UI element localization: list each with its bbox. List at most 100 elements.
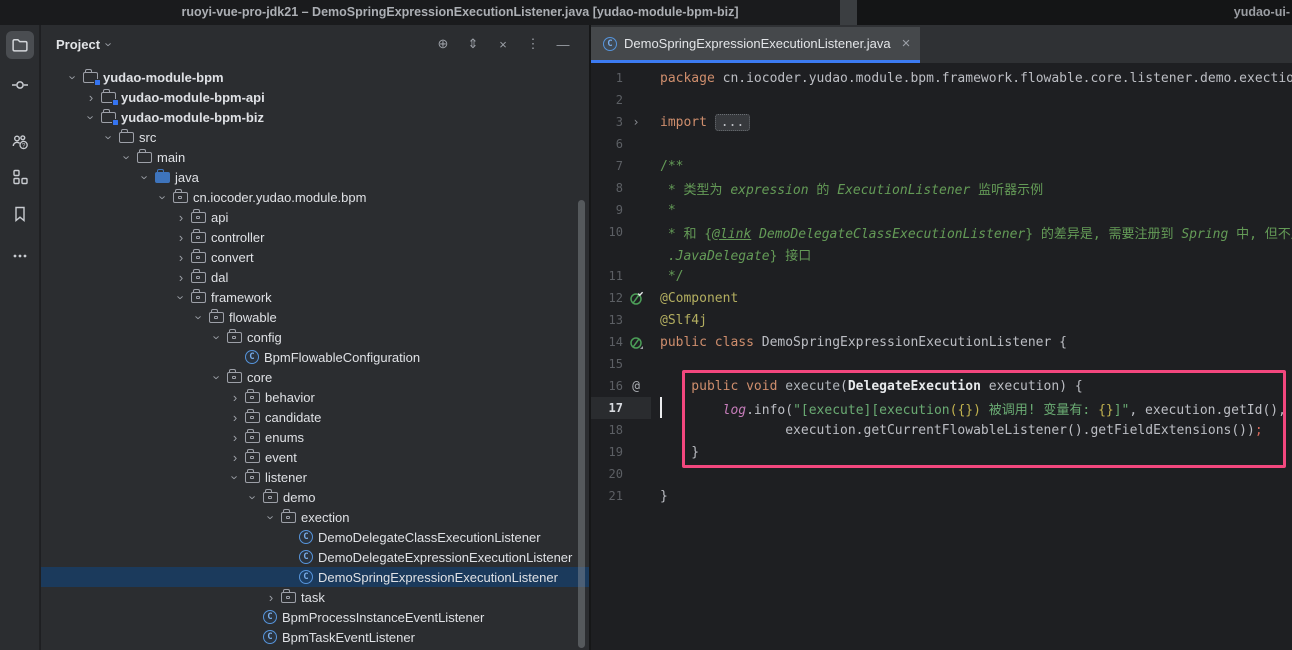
chevron-collapsed-icon[interactable]: › <box>225 450 245 465</box>
structure-tool-button[interactable] <box>6 163 34 191</box>
tree-item-cn.iocoder.yudao.module.bpm[interactable]: ›cn.iocoder.yudao.module.bpm <box>41 187 589 207</box>
chevron-expanded-icon[interactable]: › <box>228 467 243 487</box>
bookmark-icon <box>11 205 29 223</box>
chevron-expanded-icon[interactable]: › <box>120 147 135 167</box>
chevron-collapsed-icon[interactable]: › <box>225 410 245 425</box>
code-editor[interactable]: 1package cn.iocoder.yudao.module.bpm.fra… <box>591 63 1292 650</box>
tree-item-event[interactable]: ›event <box>41 447 589 467</box>
chevron-expanded-icon[interactable]: › <box>84 107 99 127</box>
chevron-collapsed-icon[interactable]: › <box>225 430 245 445</box>
tree-item-controller[interactable]: ›controller <box>41 227 589 247</box>
tree-item-config[interactable]: ›config <box>41 327 589 347</box>
code-line-12[interactable]: 12@Component <box>591 287 1292 309</box>
commit-tool-button[interactable] <box>6 71 34 99</box>
locate-opened-file-icon[interactable]: ⊕ <box>435 36 451 52</box>
chevron-collapsed-icon[interactable]: › <box>171 230 191 245</box>
tree-item-flowable[interactable]: ›flowable <box>41 307 589 327</box>
chevron-collapsed-icon[interactable]: › <box>171 250 191 265</box>
project-tool-button[interactable] <box>6 31 34 59</box>
chevron-expanded-icon[interactable]: › <box>156 187 171 207</box>
code-line-15[interactable]: 15 <box>591 353 1292 375</box>
collapse-all-icon[interactable]: × <box>495 37 511 52</box>
tree-item-convert[interactable]: ›convert <box>41 247 589 267</box>
tree-item-framework[interactable]: ›framework <box>41 287 589 307</box>
more-tools-button[interactable] <box>6 242 34 270</box>
options-menu-icon[interactable]: ⋮ <box>525 36 541 52</box>
chevron-expanded-icon[interactable]: › <box>264 507 279 527</box>
chevron-collapsed-icon[interactable]: › <box>261 590 281 605</box>
tree-item-task[interactable]: ›task <box>41 587 589 607</box>
chevron-collapsed-icon[interactable]: › <box>171 270 191 285</box>
editor-tab-active[interactable]: C DemoSpringExpressionExecutionListener.… <box>591 27 920 63</box>
code-line-wrap[interactable]: .JavaDelegate} 接口 <box>591 243 1292 265</box>
tree-scrollbar[interactable] <box>578 200 585 648</box>
code-line-21[interactable]: 21} <box>591 485 1292 507</box>
chevron-expanded-icon[interactable]: › <box>192 307 207 327</box>
tree-item-label: yudao-module-bpm-api <box>121 90 265 105</box>
bookmarks-tool-button[interactable] <box>6 200 34 228</box>
code-line-14[interactable]: 14public class DemoSpringExpressionExecu… <box>591 331 1292 353</box>
chevron-collapsed-icon[interactable]: › <box>171 210 191 225</box>
code-line-16[interactable]: 16@ public void execute(DelegateExecutio… <box>591 375 1292 397</box>
folder-icon <box>137 152 152 163</box>
tree-item-behavior[interactable]: ›behavior <box>41 387 589 407</box>
tree-item-exection[interactable]: ›exection <box>41 507 589 527</box>
chevron-expanded-icon[interactable]: › <box>66 67 81 87</box>
chevron-expanded-icon[interactable]: › <box>246 487 261 507</box>
tree-item-dal[interactable]: ›dal <box>41 267 589 287</box>
code-line-6[interactable]: 6 <box>591 133 1292 155</box>
tree-item-main[interactable]: ›main <box>41 147 589 167</box>
spring-bean-icon[interactable] <box>623 335 649 350</box>
tree-item-demo[interactable]: ›demo <box>41 487 589 507</box>
code-line-20[interactable]: 20 <box>591 463 1292 485</box>
fold-region-icon[interactable]: › <box>623 115 649 129</box>
tree-item-src[interactable]: ›src <box>41 127 589 147</box>
chevron-collapsed-icon[interactable]: › <box>225 390 245 405</box>
chevron-collapsed-icon[interactable]: › <box>81 90 101 105</box>
chevron-down-icon[interactable]: › <box>102 42 117 46</box>
tree-item-yudao-module-bpm-biz[interactable]: ›yudao-module-bpm-biz <box>41 107 589 127</box>
tree-item-enums[interactable]: ›enums <box>41 427 589 447</box>
pull-requests-tool-button[interactable]: ? <box>6 128 34 156</box>
code-line-2[interactable]: 2 <box>591 89 1292 111</box>
project-panel-title[interactable]: Project <box>56 37 100 52</box>
tree-item-api[interactable]: ›api <box>41 207 589 227</box>
chevron-expanded-icon[interactable]: › <box>210 327 225 347</box>
tree-item-core[interactable]: ›core <box>41 367 589 387</box>
tree-item-candidate[interactable]: ›candidate <box>41 407 589 427</box>
tab-close-icon[interactable]: × <box>902 35 911 52</box>
tree-item-BpmProcessInstanceEventListener[interactable]: CBpmProcessInstanceEventListener <box>41 607 589 627</box>
code-line-3[interactable]: 3›import ... <box>591 111 1292 133</box>
hide-panel-icon[interactable]: — <box>555 37 571 52</box>
code-line-11[interactable]: 11 */ <box>591 265 1292 287</box>
code-line-1[interactable]: 1package cn.iocoder.yudao.module.bpm.fra… <box>591 67 1292 89</box>
tree-item-yudao-module-bpm-api[interactable]: › yudao-module-bpm-api <box>41 87 589 107</box>
code-line-10[interactable]: 10 * 和 {@link DemoDelegateClassExecution… <box>591 221 1292 243</box>
chevron-expanded-icon[interactable]: › <box>102 127 117 147</box>
code-line-13[interactable]: 13@Slf4j <box>591 309 1292 331</box>
tree-item-DemoSpringExpressionExecutionListener[interactable]: CDemoSpringExpressionExecutionListener <box>41 567 589 587</box>
tree-item-listener[interactable]: ›listener <box>41 467 589 487</box>
annotation-gutter-icon[interactable]: @ <box>623 379 649 394</box>
tree-item-java[interactable]: ›java <box>41 167 589 187</box>
tree-item-BpmTaskEventListener[interactable]: CBpmTaskEventListener <box>41 627 589 647</box>
code-text: execution.getCurrentFlowableListener().g… <box>660 423 1263 438</box>
chevron-expanded-icon[interactable]: › <box>210 367 225 387</box>
tree-item-DemoDelegateExpressionExecutionListener[interactable]: CDemoDelegateExpressionExecutionListener <box>41 547 589 567</box>
code-line-18[interactable]: 18 execution.getCurrentFlowableListener(… <box>591 419 1292 441</box>
tree-item-DemoDelegateClassExecutionListener[interactable]: CDemoDelegateClassExecutionListener <box>41 527 589 547</box>
code-line-17[interactable]: 17 log.info("[execute][execution({}) 被调用… <box>591 397 1292 419</box>
tree-item-BpmFlowableConfiguration[interactable]: CBpmFlowableConfiguration <box>41 347 589 367</box>
code-segment-def: } <box>660 489 668 504</box>
code-line-19[interactable]: 19 } <box>591 441 1292 463</box>
gutter: 3› <box>591 111 651 133</box>
code-line-9[interactable]: 9 * <box>591 199 1292 221</box>
code-line-7[interactable]: 7/** <box>591 155 1292 177</box>
expand-selection-icon[interactable]: ⇕ <box>465 36 481 52</box>
tree-item-yudao-module-bpm[interactable]: ›yudao-module-bpm <box>41 67 589 87</box>
chevron-expanded-icon[interactable]: › <box>174 287 189 307</box>
code-line-8[interactable]: 8 * 类型为 expression 的 ExecutionListener 监… <box>591 177 1292 199</box>
spring-bean-checked-icon[interactable] <box>623 291 649 306</box>
folded-imports-region[interactable]: ... <box>715 114 750 131</box>
chevron-expanded-icon[interactable]: › <box>138 167 153 187</box>
